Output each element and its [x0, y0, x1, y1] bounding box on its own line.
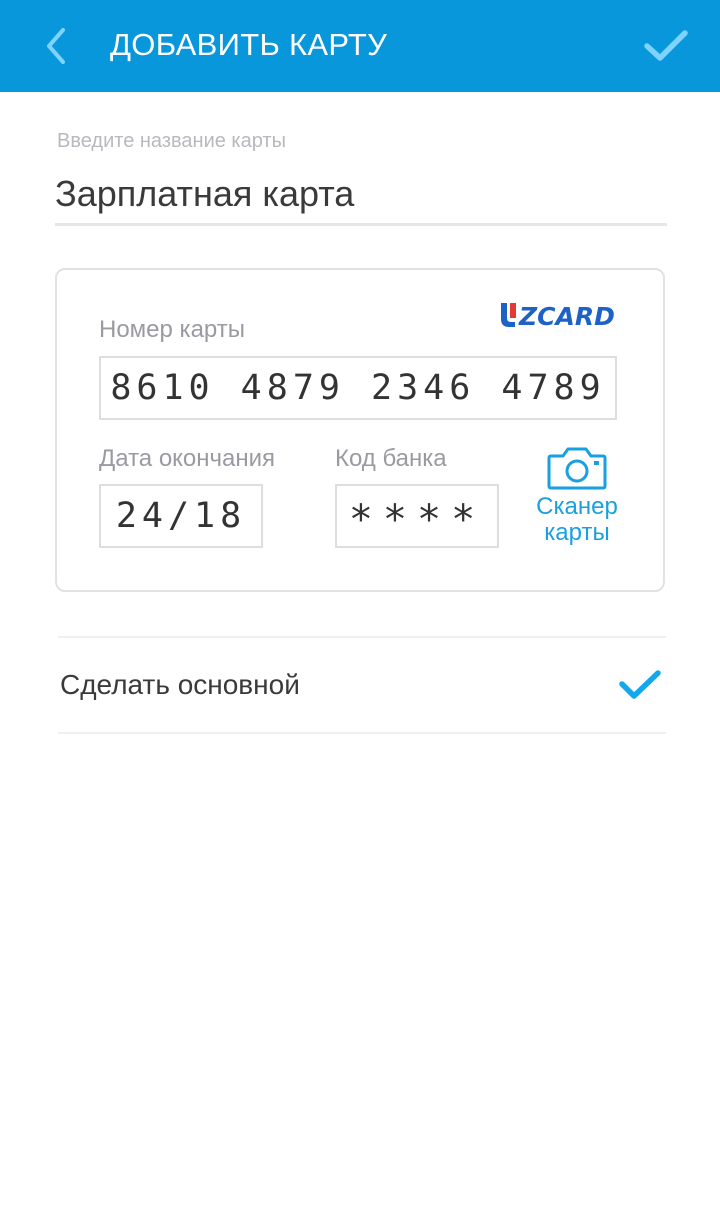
- chevron-left-icon: [47, 28, 65, 64]
- scan-card-label-line2: карты: [544, 519, 610, 546]
- card-name-input[interactable]: [55, 164, 667, 226]
- check-icon: [644, 30, 688, 61]
- expiry-date-input[interactable]: 24/18: [99, 484, 263, 548]
- bank-code-input[interactable]: ****: [335, 484, 499, 548]
- camera-icon: [547, 447, 607, 490]
- make-default-label: Сделать основной: [60, 669, 300, 700]
- card-name-label: Введите название карты: [57, 130, 286, 152]
- bank-code-label: Код банка: [335, 445, 447, 472]
- add-card-screen: ДОБАВИТЬ КАРТУ Введите название карты ZC…: [0, 0, 720, 1232]
- top-app-bar: ДОБАВИТЬ КАРТУ: [0, 0, 720, 92]
- uzcard-logo-text: ZCARD: [518, 302, 615, 328]
- save-button[interactable]: [638, 20, 694, 72]
- page-title: ДОБАВИТЬ КАРТУ: [110, 27, 388, 62]
- divider-top: [58, 636, 666, 638]
- scan-card-label-line1: Сканер: [536, 493, 618, 520]
- expiry-date-label: Дата окончания: [99, 445, 276, 472]
- divider-bottom: [58, 732, 666, 734]
- make-default-toggle[interactable]: Сделать основной: [58, 640, 666, 732]
- card-number-input[interactable]: 8610 4879 2346 4789: [99, 356, 617, 420]
- check-icon: [619, 670, 661, 699]
- card-number-label: Номер карты: [99, 316, 245, 343]
- scan-card-button[interactable]: Сканер карты: [519, 446, 635, 556]
- card-details-panel: ZCARD Номер карты 8610 4879 2346 4789 Да…: [55, 268, 665, 592]
- uzcard-logo: ZCARD: [501, 302, 615, 328]
- back-button[interactable]: [30, 20, 82, 72]
